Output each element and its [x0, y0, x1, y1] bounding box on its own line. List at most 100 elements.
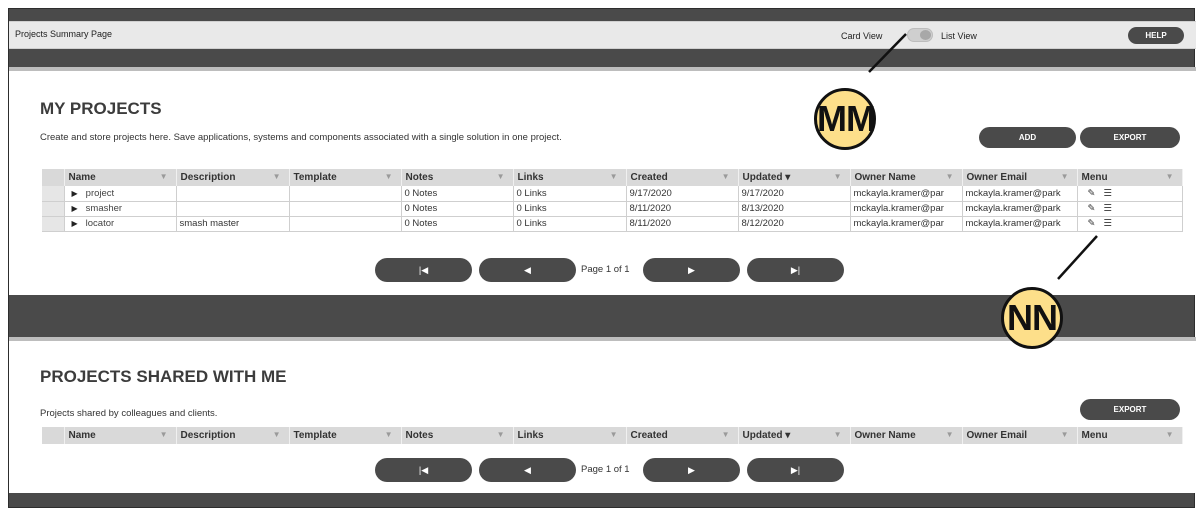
- shared-projects-table: Name ▼ Description ▼ Template ▼ Notes ▼ Link…: [42, 427, 1183, 444]
- filter-icon[interactable]: ▼: [385, 430, 393, 439]
- row-menu: ✎ ☰: [1077, 216, 1183, 232]
- filter-icon[interactable]: ▼: [722, 172, 730, 181]
- column-header-template[interactable]: Template ▼: [289, 427, 402, 444]
- table-row[interactable]: ▶ smasher 0 Notes 0 Links 8/11/2020 8/13/…: [42, 201, 1183, 217]
- export-button[interactable]: EXPORT: [1080, 127, 1180, 148]
- hamburger-icon[interactable]: ☰: [1103, 218, 1112, 229]
- table-row[interactable]: ▶ project 0 Notes 0 Links 9/17/2020 9/17/…: [42, 186, 1183, 202]
- last-page-button[interactable]: ▶|: [747, 458, 844, 482]
- project-created: 9/17/2020: [626, 186, 739, 202]
- project-owner-email: mckayla.kramer@park: [962, 201, 1078, 217]
- column-header-created[interactable]: Created ▼: [626, 427, 739, 444]
- filter-icon[interactable]: ▼: [1061, 172, 1069, 181]
- filter-icon[interactable]: ▼: [946, 172, 954, 181]
- filter-icon[interactable]: ▼: [1061, 430, 1069, 439]
- filter-icon[interactable]: ▼: [273, 172, 281, 181]
- project-description: smash master: [176, 216, 290, 232]
- first-page-button[interactable]: |◀: [375, 258, 472, 282]
- shared-export-button[interactable]: EXPORT: [1080, 399, 1180, 420]
- project-created: 8/11/2020: [626, 216, 739, 232]
- column-header-name[interactable]: Name ▼: [64, 427, 177, 444]
- filter-icon[interactable]: ▼: [1166, 430, 1174, 439]
- filter-icon[interactable]: ▼: [385, 172, 393, 181]
- filter-icon[interactable]: ▼: [160, 172, 168, 181]
- caret-right-icon[interactable]: ▶: [72, 189, 78, 198]
- help-button[interactable]: HELP: [1128, 27, 1184, 44]
- column-header-links[interactable]: Links ▼: [513, 427, 627, 444]
- first-page-button[interactable]: |◀: [375, 458, 472, 482]
- column-header-notes[interactable]: Notes ▼: [401, 169, 514, 186]
- column-header-links[interactable]: Links ▼: [513, 169, 627, 186]
- project-owner-name: mckayla.kramer@par: [850, 216, 963, 232]
- hamburger-icon[interactable]: ☰: [1103, 188, 1112, 199]
- shared-projects-title: PROJECTS SHARED WITH ME: [40, 367, 287, 386]
- project-name[interactable]: smasher: [86, 203, 122, 214]
- column-header-owner-email[interactable]: Owner Email ▼: [962, 169, 1078, 186]
- my-projects-pager: |◀ ◀ Page 1 of 1 ▶ ▶|: [9, 258, 1196, 282]
- column-header-owner-email[interactable]: Owner Email ▼: [962, 427, 1078, 444]
- card-view-label[interactable]: Card View: [841, 31, 882, 41]
- project-template: [289, 186, 402, 202]
- list-view-label[interactable]: List View: [941, 31, 977, 41]
- table-row[interactable]: ▶ locator smash master 0 Notes 0 Links 8/…: [42, 216, 1183, 232]
- column-header-menu[interactable]: Menu ▼: [1077, 169, 1183, 186]
- project-links[interactable]: 0 Links: [513, 216, 627, 232]
- toggle-knob: [920, 30, 931, 40]
- row-gutter: [42, 201, 65, 217]
- filter-icon[interactable]: ▼: [610, 430, 618, 439]
- column-header-created[interactable]: Created ▼: [626, 169, 739, 186]
- filter-icon[interactable]: ▼: [722, 430, 730, 439]
- filter-icon[interactable]: ▼: [160, 430, 168, 439]
- prev-page-button[interactable]: ◀: [479, 258, 576, 282]
- last-page-button[interactable]: ▶|: [747, 258, 844, 282]
- gutter-header: [42, 169, 65, 186]
- column-header-owner-name[interactable]: Owner Name ▼: [850, 169, 963, 186]
- filter-icon[interactable]: ▼: [497, 172, 505, 181]
- shared-projects-description: Projects shared by colleagues and client…: [40, 408, 218, 419]
- gutter-header: [42, 427, 65, 444]
- row-gutter: [42, 186, 65, 202]
- project-links[interactable]: 0 Links: [513, 201, 627, 217]
- project-owner-name: mckayla.kramer@par: [850, 186, 963, 202]
- add-button[interactable]: ADD: [979, 127, 1076, 148]
- project-created: 8/11/2020: [626, 201, 739, 217]
- pencil-icon[interactable]: ✎: [1088, 188, 1096, 199]
- caret-right-icon[interactable]: ▶: [72, 204, 78, 213]
- column-header-owner-name[interactable]: Owner Name ▼: [850, 427, 963, 444]
- my-projects-table: Name ▼ Description ▼ Template ▼ Notes ▼ Link…: [42, 169, 1183, 232]
- row-gutter: [42, 216, 65, 232]
- column-header-template[interactable]: Template ▼: [289, 169, 402, 186]
- project-name[interactable]: project: [86, 188, 115, 199]
- column-header-updated[interactable]: Updated ▾ ▼: [738, 169, 851, 186]
- view-toggle[interactable]: [907, 28, 933, 42]
- filter-icon[interactable]: ▼: [834, 172, 842, 181]
- hamburger-icon[interactable]: ☰: [1103, 203, 1112, 214]
- project-notes[interactable]: 0 Notes: [401, 216, 514, 232]
- filter-icon[interactable]: ▼: [946, 430, 954, 439]
- project-owner-email: mckayla.kramer@park: [962, 216, 1078, 232]
- column-header-description[interactable]: Description ▼: [176, 427, 290, 444]
- prev-page-button[interactable]: ◀: [479, 458, 576, 482]
- column-header-updated[interactable]: Updated ▾ ▼: [738, 427, 851, 444]
- project-name[interactable]: locator: [86, 218, 115, 229]
- pencil-icon[interactable]: ✎: [1088, 218, 1096, 229]
- project-notes[interactable]: 0 Notes: [401, 186, 514, 202]
- callout-nn: NN: [1001, 287, 1063, 349]
- filter-icon[interactable]: ▼: [610, 172, 618, 181]
- project-links[interactable]: 0 Links: [513, 186, 627, 202]
- filter-icon[interactable]: ▼: [1166, 172, 1174, 181]
- column-header-description[interactable]: Description ▼: [176, 169, 290, 186]
- page-indicator: Page 1 of 1: [581, 464, 630, 475]
- filter-icon[interactable]: ▼: [497, 430, 505, 439]
- pencil-icon[interactable]: ✎: [1088, 203, 1096, 214]
- next-page-button[interactable]: ▶: [643, 458, 740, 482]
- column-header-name[interactable]: Name ▼: [64, 169, 177, 186]
- column-header-menu[interactable]: Menu ▼: [1077, 427, 1183, 444]
- caret-right-icon[interactable]: ▶: [72, 219, 78, 228]
- column-header-notes[interactable]: Notes ▼: [401, 427, 514, 444]
- next-page-button[interactable]: ▶: [643, 258, 740, 282]
- filter-icon[interactable]: ▼: [834, 430, 842, 439]
- project-updated: 8/12/2020: [738, 216, 851, 232]
- filter-icon[interactable]: ▼: [273, 430, 281, 439]
- project-notes[interactable]: 0 Notes: [401, 201, 514, 217]
